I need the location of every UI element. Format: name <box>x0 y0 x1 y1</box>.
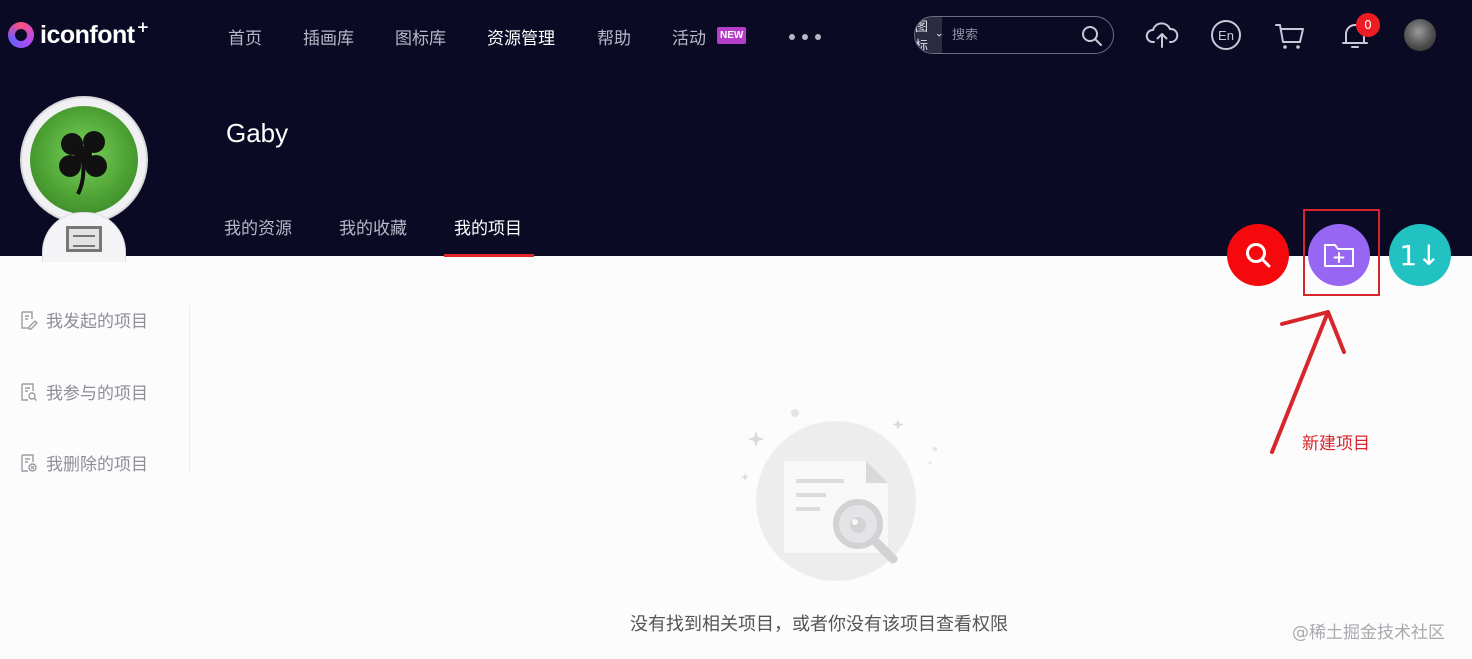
logo-plus: + <box>136 18 150 36</box>
edit-document-icon <box>21 310 38 330</box>
active-tab-indicator <box>444 254 534 257</box>
language-en-icon[interactable]: En <box>1209 18 1243 52</box>
logo-text: iconfont <box>40 20 135 49</box>
tab-my-favorites[interactable]: 我的收藏 <box>339 214 407 239</box>
avatar-stand-icon <box>66 226 102 252</box>
search-icon <box>1246 243 1271 268</box>
page: iconfont + 首页 插画库 图标库 资源管理 帮助 活动 NEW 图标 … <box>0 0 1472 659</box>
svg-text:En: En <box>1218 28 1234 43</box>
search-projects-button[interactable] <box>1227 224 1289 286</box>
sidebar-item-label: 我删除的项目 <box>46 455 148 475</box>
watermark: @稀土掘金技术社区 <box>1292 623 1445 643</box>
search-type-select[interactable]: 图标 <box>915 17 943 54</box>
document-search-icon <box>21 382 37 401</box>
sidebar-item-initiated-projects[interactable]: 我发起的项目 <box>18 307 148 332</box>
tab-my-projects[interactable]: 我的项目 <box>454 214 522 239</box>
search-icon[interactable] <box>1081 25 1103 47</box>
clover-icon <box>59 131 107 195</box>
sidebar-item-label: 我发起的项目 <box>46 312 148 332</box>
nav-illustrations[interactable]: 插画库 <box>303 24 354 49</box>
empty-state-illustration <box>741 409 937 581</box>
sidebar-divider <box>189 306 190 474</box>
more-menu-icon[interactable] <box>789 34 821 40</box>
annotation-label: 新建项目 <box>1302 434 1370 454</box>
logo-icon <box>8 22 34 48</box>
search-type-label: 图标 <box>915 20 929 54</box>
sort-button[interactable]: 1↓ <box>1389 224 1451 286</box>
profile-avatar[interactable] <box>30 106 138 214</box>
shopping-cart-icon[interactable] <box>1273 18 1307 52</box>
notification-count-badge: 0 <box>1356 13 1380 37</box>
search-bar: 图标 <box>914 16 1114 54</box>
upload-cloud-icon[interactable] <box>1145 18 1179 52</box>
empty-state-message: 没有找到相关项目，或者你没有该项目查看权限 <box>630 614 1008 635</box>
iconfont-logo[interactable]: iconfont + <box>8 18 150 50</box>
nav-icon-library[interactable]: 图标库 <box>395 24 446 49</box>
user-avatar[interactable] <box>1404 19 1436 51</box>
annotation-highlight-box <box>1303 209 1380 296</box>
nav-activities[interactable]: 活动 <box>672 24 706 49</box>
new-badge: NEW <box>717 27 747 44</box>
sidebar-item-joined-projects[interactable]: 我参与的项目 <box>18 379 148 404</box>
tab-my-resources[interactable]: 我的资源 <box>224 214 292 239</box>
sidebar-item-label: 我参与的项目 <box>46 384 148 404</box>
nav-help[interactable]: 帮助 <box>597 24 631 49</box>
sidebar-item-deleted-projects[interactable]: 我删除的项目 <box>18 450 148 475</box>
nav-home[interactable]: 首页 <box>228 24 262 49</box>
top-navbar: iconfont + 首页 插画库 图标库 资源管理 帮助 活动 NEW 图标 … <box>0 0 1472 70</box>
user-name: Gaby <box>226 118 289 148</box>
document-delete-icon <box>21 453 37 472</box>
nav-resource-management[interactable]: 资源管理 <box>487 24 555 49</box>
